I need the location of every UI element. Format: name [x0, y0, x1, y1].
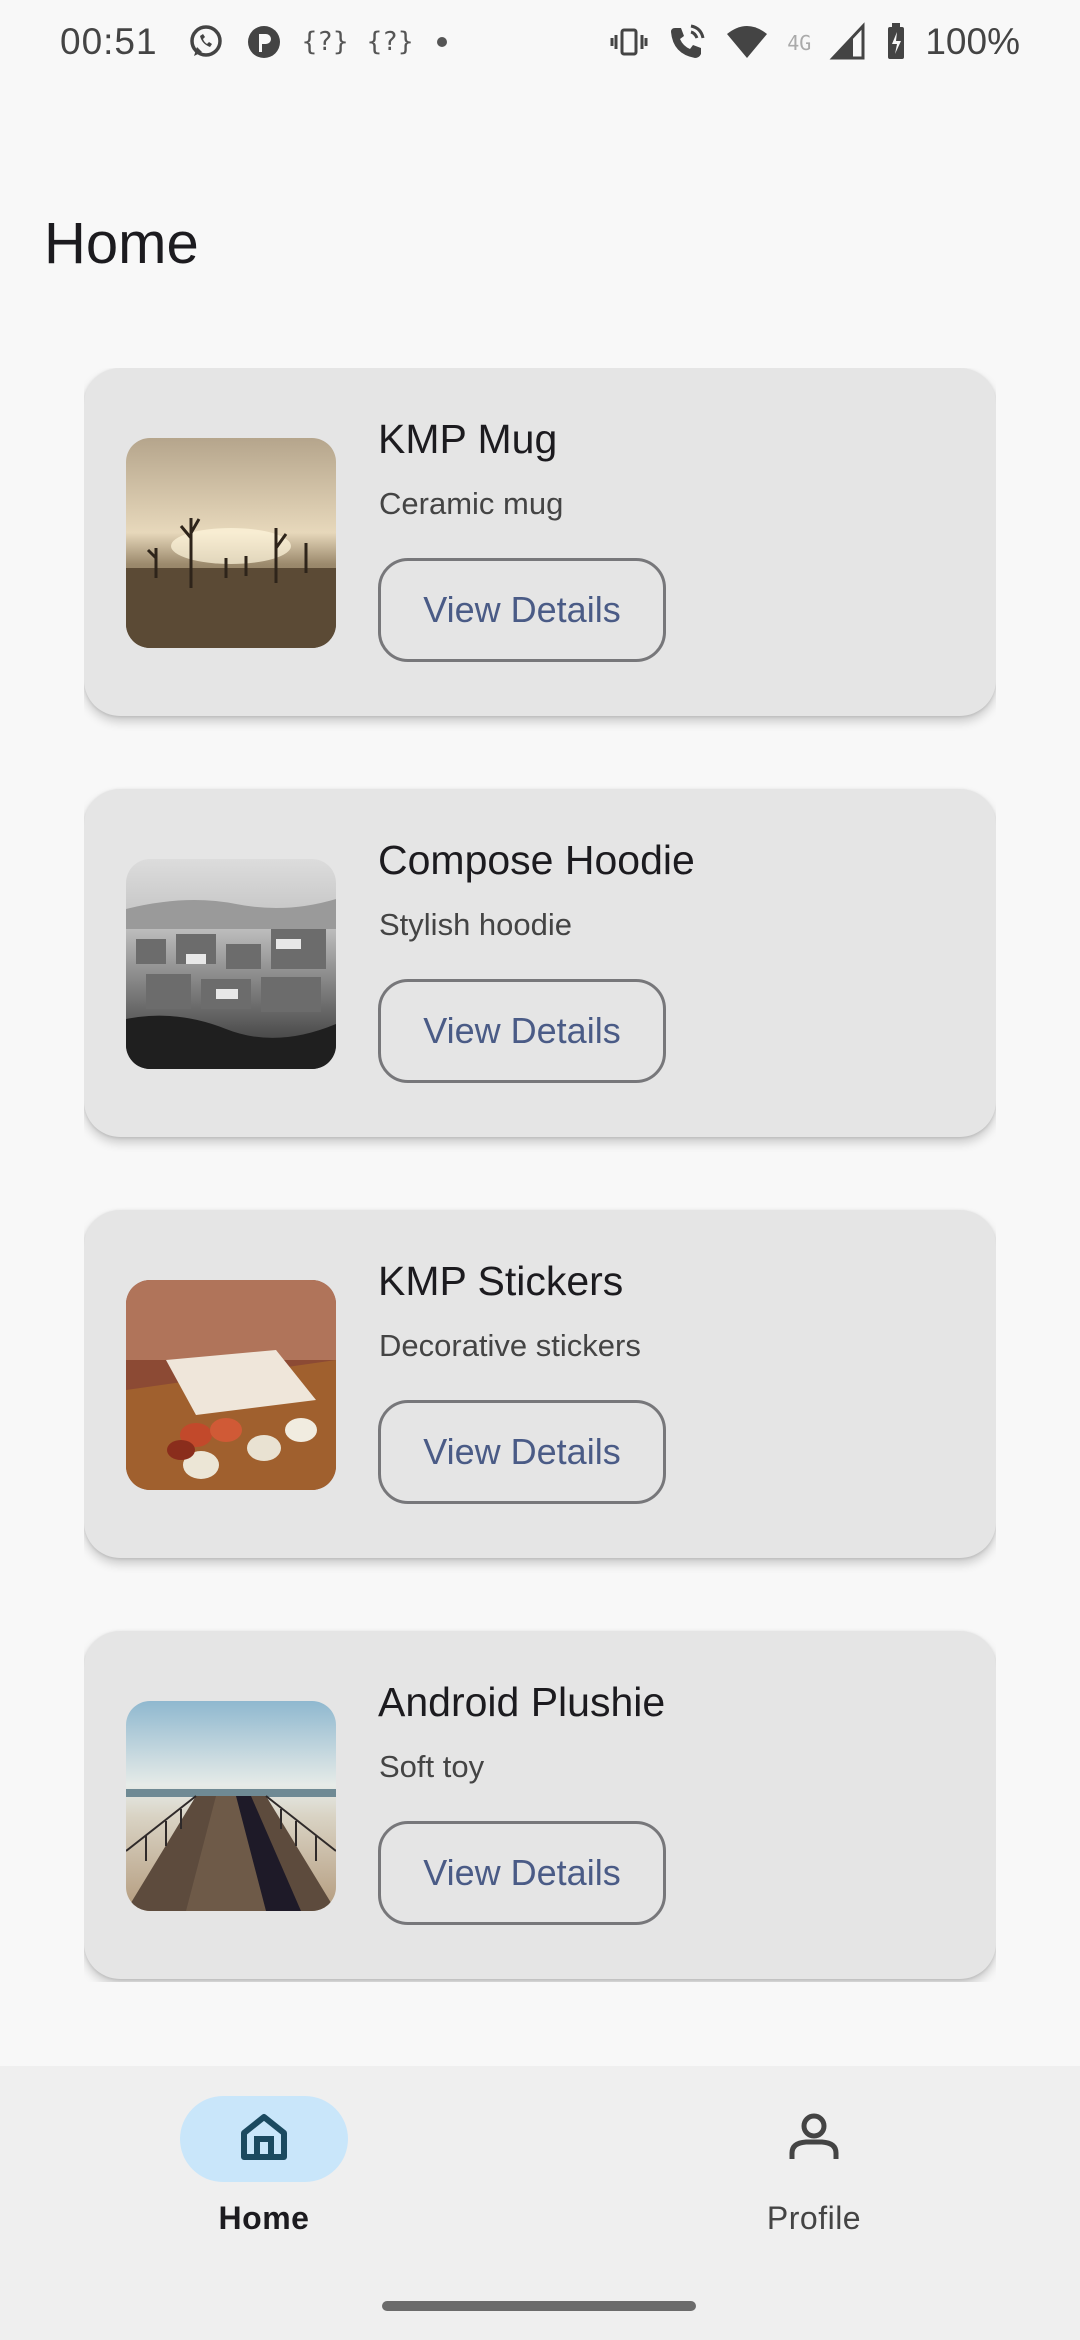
nav-item-profile[interactable]: Profile	[664, 2096, 964, 2276]
nav-label-profile: Profile	[766, 2200, 862, 2236]
nav-item-home[interactable]: Home	[114, 2096, 414, 2276]
person-icon	[784, 2107, 844, 2172]
product-card: KMP Stickers Decorative stickers View De…	[84, 1210, 996, 1558]
product-name: KMP Mug	[378, 416, 558, 462]
status-time: 00:51	[60, 21, 158, 62]
status-left: 00:51 {?} {?}	[60, 21, 452, 63]
product-image	[126, 438, 336, 648]
product-image	[126, 859, 336, 1069]
messenger-icon	[244, 22, 284, 62]
whatsapp-icon	[186, 22, 226, 62]
product-card: Compose Hoodie Stylish hoodie View Detai…	[84, 789, 996, 1137]
product-description: Ceramic mug	[379, 486, 564, 521]
view-details-button[interactable]: View Details	[378, 1821, 666, 1925]
view-details-button[interactable]: View Details	[378, 1400, 666, 1504]
signal-icon	[829, 22, 867, 62]
network-type-label: 4G	[787, 31, 812, 55]
vibrate-icon	[609, 22, 649, 62]
view-details-button[interactable]: View Details	[378, 979, 666, 1083]
product-description: Stylish hoodie	[379, 907, 573, 942]
product-name: KMP Stickers	[378, 1258, 624, 1304]
wifi-calling-icon	[667, 22, 707, 62]
home-icon	[234, 2107, 294, 2172]
product-description: Decorative stickers	[379, 1328, 641, 1363]
product-card: Android Plushie Soft toy View Details	[84, 1631, 996, 1979]
status-bar: 00:51 {?} {?} 4G 100%	[0, 0, 1080, 84]
nav-active-indicator	[180, 2096, 348, 2182]
product-card: KMP Mug Ceramic mug View Details	[84, 368, 996, 716]
dot-icon	[432, 22, 452, 62]
product-image	[126, 1280, 336, 1490]
wifi-icon	[725, 22, 769, 62]
page-title: Home	[44, 211, 199, 276]
view-details-button[interactable]: View Details	[378, 558, 666, 662]
bottom-navigation: Home Profile	[0, 2066, 1080, 2340]
product-image	[126, 1701, 336, 1911]
battery-percentage: 100%	[925, 21, 1020, 62]
unknown-notification-icon: {?}	[366, 27, 414, 57]
product-name: Compose Hoodie	[378, 837, 695, 883]
battery-icon	[885, 22, 907, 62]
status-right: 4G 100%	[609, 21, 1020, 63]
product-list[interactable]: KMP Mug Ceramic mug View Details Compose…	[84, 368, 996, 1982]
unknown-notification-icon: {?}	[301, 27, 349, 57]
gesture-handle[interactable]	[382, 2301, 696, 2311]
nav-indicator	[730, 2096, 898, 2182]
nav-label-home: Home	[218, 2200, 310, 2236]
product-description: Soft toy	[379, 1749, 485, 1784]
product-name: Android Plushie	[378, 1679, 666, 1725]
